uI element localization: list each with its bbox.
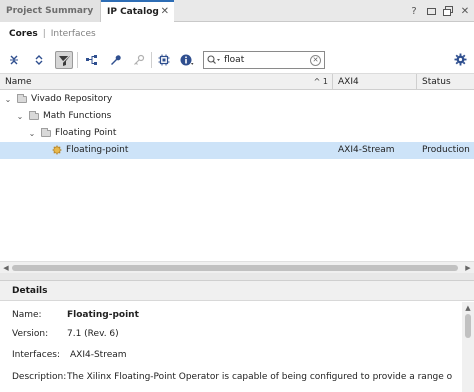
details-interfaces-value: AXI4-Stream	[70, 350, 127, 360]
table-header: Name ^ 1 AXI4 Status	[0, 74, 474, 90]
chevron-down-icon[interactable]: ⌄	[3, 91, 13, 108]
panel-splitter[interactable]	[0, 273, 474, 281]
tree-row-floating-point-folder[interactable]: ⌄ Floating Point	[0, 125, 474, 142]
details-title: Details	[12, 286, 48, 296]
folder-icon	[29, 111, 39, 120]
details-version-label: Version:	[12, 329, 49, 339]
expand-all-icon[interactable]	[30, 51, 48, 69]
horizontal-scrollbar[interactable]: ◀ ▶	[0, 261, 474, 273]
details-version-value: 7.1 (Rev. 6)	[67, 329, 119, 339]
column-header-status[interactable]: Status	[417, 74, 474, 90]
column-header-name-label: Name	[5, 77, 32, 87]
subtab-interfaces[interactable]: Interfaces	[51, 29, 96, 39]
hierarchy-icon[interactable]	[82, 51, 100, 69]
catalog-toolbar: ✕	[0, 46, 474, 74]
search-icon	[204, 55, 224, 65]
cell-status: Production	[422, 145, 470, 155]
details-interfaces-label: Interfaces:	[12, 350, 61, 360]
tab-ip-catalog-label: IP Catalog	[107, 7, 159, 17]
tree-row-label: Math Functions	[43, 111, 112, 121]
restore-icon[interactable]	[426, 5, 436, 17]
tree-row-label: Floating Point	[55, 128, 117, 138]
details-name-label: Name:	[12, 310, 42, 320]
toolbar-separator	[151, 52, 152, 68]
chip-icon[interactable]	[155, 51, 173, 69]
ip-core-icon	[52, 145, 62, 155]
scroll-up-icon[interactable]: ▲	[462, 303, 474, 313]
window-controls: ? ✕	[409, 0, 470, 22]
clear-search-icon[interactable]: ✕	[310, 55, 321, 66]
scrollbar-thumb[interactable]	[12, 265, 458, 271]
column-header-name[interactable]: Name ^ 1	[0, 74, 333, 90]
gear-icon[interactable]	[453, 52, 467, 66]
search-box[interactable]: ✕	[203, 51, 325, 69]
search-input[interactable]	[224, 55, 302, 65]
tree-row-math-functions[interactable]: ⌄ Math Functions	[0, 108, 474, 125]
collapse-all-icon[interactable]	[5, 51, 23, 69]
chevron-down-icon[interactable]: ⌄	[15, 108, 25, 125]
sort-indicator: ^ 1	[313, 77, 328, 86]
details-header: Details	[0, 281, 474, 301]
folder-icon	[17, 94, 27, 103]
close-tab-icon[interactable]: ✕	[161, 2, 169, 22]
info-icon[interactable]	[178, 51, 196, 69]
column-header-axi4[interactable]: AXI4	[333, 74, 417, 90]
filter-icon[interactable]	[55, 51, 73, 69]
folder-icon	[41, 128, 51, 137]
toolbar-separator	[77, 52, 78, 68]
details-description-value: The Xilinx Floating-Point Operator is ca…	[67, 372, 452, 382]
cell-axi4: AXI4-Stream	[338, 145, 395, 155]
maximize-icon[interactable]	[443, 5, 453, 17]
tree-row-floating-point-ip[interactable]: Floating-point AXI4-Stream Production	[0, 142, 474, 159]
tab-project-summary-label: Project Summary	[6, 6, 94, 16]
help-icon[interactable]: ?	[409, 5, 419, 17]
vertical-scrollbar[interactable]: ▲	[462, 302, 474, 392]
chevron-down-icon[interactable]: ⌄	[27, 125, 37, 142]
ip-tree: ⌄ Vivado Repository ⌄ Math Functions ⌄ F…	[0, 91, 474, 261]
catalog-subtabs: Cores | Interfaces	[0, 23, 474, 45]
tab-ip-catalog[interactable]: IP Catalog ✕	[101, 0, 174, 23]
key-icon[interactable]	[130, 51, 148, 69]
scrollbar-thumb[interactable]	[465, 314, 471, 338]
tab-project-summary[interactable]: Project Summary	[0, 0, 101, 22]
wrench-icon[interactable]	[106, 51, 124, 69]
details-name-value: Floating-point	[67, 310, 139, 320]
tree-row-label: Vivado Repository	[31, 94, 113, 104]
subtab-cores[interactable]: Cores	[9, 29, 38, 39]
tree-row-label: Floating-point	[66, 145, 129, 155]
close-panel-icon[interactable]: ✕	[460, 5, 470, 17]
subtab-separator: |	[42, 29, 46, 39]
tree-row-vivado-repository[interactable]: ⌄ Vivado Repository	[0, 91, 474, 108]
editor-tab-strip: Project Summary IP Catalog ✕ ? ✕	[0, 0, 474, 23]
details-description-label: Description:	[12, 372, 67, 382]
details-body: Name: Floating-point Version: 7.1 (Rev. …	[0, 302, 462, 392]
